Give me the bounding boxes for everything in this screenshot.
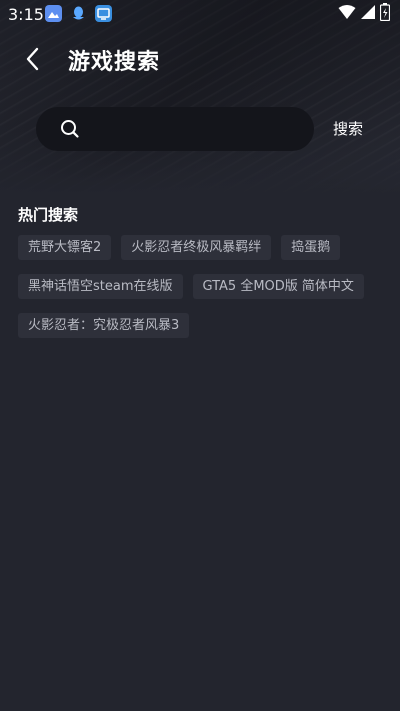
wifi-icon: [338, 4, 356, 24]
hot-tag[interactable]: GTA5 全MOD版 简体中文: [192, 274, 364, 299]
search-box[interactable]: [36, 107, 314, 151]
qq-icon: [70, 5, 87, 22]
hot-tag[interactable]: 黑神话悟空steam在线版: [18, 274, 183, 299]
tv-icon: [95, 5, 112, 22]
back-button[interactable]: [18, 44, 48, 74]
header-background: [0, 0, 400, 195]
status-time: 3:15: [8, 5, 44, 24]
status-bar: 3:15: [0, 0, 400, 28]
hot-tags-row: 荒野大镖客2 火影忍者终极风暴羁绊 捣蛋鹅: [18, 235, 341, 260]
hot-searches-title: 热门搜索: [18, 206, 79, 224]
gallery-icon: [45, 5, 62, 22]
hot-tags-row: 黑神话悟空steam在线版 GTA5 全MOD版 简体中文: [18, 274, 364, 299]
hot-tags-row: 火影忍者：究极忍者风暴3: [18, 313, 190, 338]
hot-tag[interactable]: 捣蛋鹅: [281, 235, 341, 260]
search-button[interactable]: 搜索: [333, 118, 363, 139]
back-arrow-icon: [26, 47, 39, 71]
hot-tag[interactable]: 火影忍者：究极忍者风暴3: [18, 313, 190, 338]
signal-icon: [360, 4, 376, 24]
hot-tag[interactable]: 火影忍者终极风暴羁绊: [121, 235, 272, 260]
game-search-screen: 3:15 游戏搜索 搜索 热门搜索 荒野大镖客2 火影忍者终极风暴羁绊 捣蛋鹅 …: [0, 0, 400, 711]
battery-icon: [379, 3, 391, 25]
search-input[interactable]: [92, 107, 302, 151]
hot-tag[interactable]: 荒野大镖客2: [18, 235, 112, 260]
page-title: 游戏搜索: [68, 50, 161, 75]
system-status-icons: [338, 3, 391, 25]
search-icon: [60, 119, 80, 139]
